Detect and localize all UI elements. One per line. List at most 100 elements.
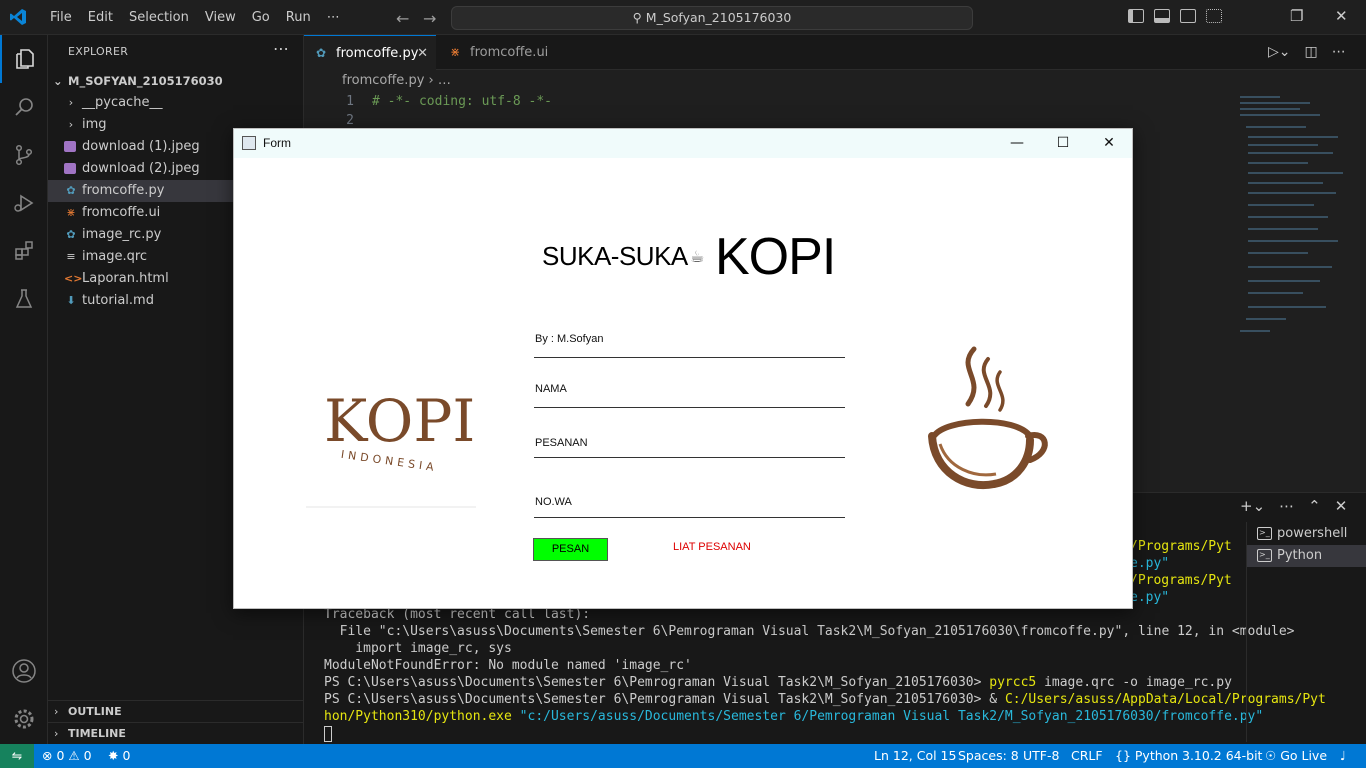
tab-fromcoffe-ui[interactable]: ⋇ fromcoffe.ui xyxy=(438,35,566,70)
tree-item-label: image.qrc xyxy=(82,249,148,264)
tab-label: fromcoffe.ui xyxy=(470,45,549,60)
pesanan-field[interactable]: PESANAN xyxy=(534,425,845,458)
indentation-status[interactable]: Spaces: 8 xyxy=(958,744,1019,768)
restore-window-icon[interactable]: ❐ xyxy=(1290,7,1303,25)
liat-pesanan-link[interactable]: LIAT PESANAN xyxy=(673,541,751,553)
toggle-panel-icon[interactable] xyxy=(1154,9,1170,23)
menu-file[interactable]: File xyxy=(42,10,80,25)
maximize-icon[interactable]: ☐ xyxy=(1040,129,1086,158)
terminal-python[interactable]: >_ Python xyxy=(1247,545,1366,567)
new-terminal-icon[interactable]: +⌄ xyxy=(1240,497,1265,515)
tree-item-label: fromcoffe.py xyxy=(82,183,165,198)
line-number: 1 xyxy=(346,94,354,109)
menu-edit[interactable]: Edit xyxy=(80,10,121,25)
more-actions-icon[interactable]: ⋯ xyxy=(1279,497,1294,515)
cursor-position[interactable]: Ln 12, Col 15 xyxy=(874,744,956,768)
testing-flask-icon[interactable] xyxy=(0,275,48,323)
minimize-icon[interactable]: — xyxy=(994,129,1040,158)
problems-status[interactable]: ⊗ 0 ⚠ 0 xyxy=(42,744,92,768)
rss-file-icon: ⋇ xyxy=(450,45,461,59)
terminal-cursor xyxy=(324,726,332,742)
chevron-right-icon: › xyxy=(68,118,74,131)
breadcrumb: fromcoffe.py › … xyxy=(304,70,1366,92)
encoding-status[interactable]: UTF-8 xyxy=(1023,744,1059,768)
accounts-icon[interactable] xyxy=(0,647,48,695)
timeline-section[interactable]: › TIMELINE xyxy=(48,722,303,744)
explorer-icon[interactable] xyxy=(0,35,48,83)
nama-placeholder: NAMA xyxy=(535,383,567,395)
panel-actions: +⌄ ⋯ ⌃ ✕ xyxy=(1240,497,1347,515)
run-debug-icon[interactable] xyxy=(0,179,48,227)
breadcrumb-file[interactable]: fromcoffe.py xyxy=(342,73,424,88)
terminal-partial-line: /Programs/Pyt xyxy=(1130,573,1232,588)
vscode-logo-icon xyxy=(10,9,26,25)
close-tab-icon[interactable]: ✕ xyxy=(417,36,428,71)
breadcrumb-rest[interactable]: › … xyxy=(429,73,451,88)
terminal-list: >_ powershell >_ Python xyxy=(1246,522,1366,742)
coffee-cup-illustration-icon xyxy=(926,344,1056,494)
customize-layout-icon[interactable] xyxy=(1206,9,1222,23)
command-center-search[interactable]: ⚲ M_Sofyan_2105176030 xyxy=(451,6,973,30)
menu-go[interactable]: Go xyxy=(244,10,278,25)
more-actions-icon[interactable]: ⋯ xyxy=(273,39,289,58)
python-file-icon: ✿ xyxy=(66,228,76,241)
run-python-icon[interactable]: ▷⌄ xyxy=(1268,44,1291,60)
tree-item-label: download (1).jpeg xyxy=(82,139,200,154)
pesan-button[interactable]: PESAN xyxy=(533,538,608,561)
nama-field[interactable]: NAMA xyxy=(534,375,845,408)
chevron-down-icon: ⌄ xyxy=(53,74,63,88)
language-status[interactable]: {} Python xyxy=(1115,744,1178,768)
python-file-icon: ✿ xyxy=(66,184,76,197)
tree-item-label: fromcoffe.ui xyxy=(82,205,161,220)
extensions-icon[interactable] xyxy=(0,227,48,275)
terminal-line: ModuleNotFoundError: No module named 'im… xyxy=(324,658,692,673)
outline-section[interactable]: › OUTLINE xyxy=(48,700,303,722)
terminal-powershell[interactable]: >_ powershell xyxy=(1247,523,1366,545)
menu-selection[interactable]: Selection xyxy=(121,10,197,25)
menu-bar: File Edit Selection View Go Run ⋯ xyxy=(42,0,348,35)
notifications-bell-icon[interactable]: ♩ xyxy=(1340,744,1346,768)
ports-status[interactable]: ✸ 0 xyxy=(108,744,130,768)
terminal-line: File "c:\Users\asuss\Documents\Semester … xyxy=(324,624,1295,639)
search-icon: ⚲ xyxy=(632,10,642,25)
form-title: Form xyxy=(263,136,291,150)
timeline-label: TIMELINE xyxy=(68,727,126,740)
close-panel-icon[interactable]: ✕ xyxy=(1335,497,1348,515)
image-file-icon xyxy=(64,141,76,152)
close-window-icon[interactable]: ✕ xyxy=(1335,7,1348,25)
terminal-command-line: PS C:\Users\asuss\Documents\Semester 6\P… xyxy=(324,692,1326,707)
more-actions-icon[interactable]: ⋯ xyxy=(1332,44,1346,60)
menu-view[interactable]: View xyxy=(197,10,244,25)
menu-run[interactable]: Run xyxy=(278,10,319,25)
back-arrow-icon[interactable]: ← xyxy=(396,9,409,28)
settings-gear-icon[interactable] xyxy=(0,695,48,743)
code-line: # -*- coding: utf-8 -*- xyxy=(372,94,553,109)
tab-fromcoffe-py[interactable]: ✿ fromcoffe.py ✕ xyxy=(304,35,436,70)
forward-arrow-icon[interactable]: → xyxy=(423,9,436,28)
source-control-icon[interactable] xyxy=(0,131,48,179)
eol-status[interactable]: CRLF xyxy=(1071,744,1103,768)
status-bar: ⇋ ⊗ 0 ⚠ 0 ✸ 0 Ln 12, Col 15 Spaces: 8 UT… xyxy=(0,744,1366,768)
folder-label: M_SOFYAN_2105176030 xyxy=(68,74,223,88)
close-icon[interactable]: ✕ xyxy=(1086,129,1132,158)
interpreter-status[interactable]: 3.10.2 64-bit xyxy=(1182,744,1262,768)
toggle-secondary-sidebar-icon[interactable] xyxy=(1180,9,1196,23)
tree-item-pycache[interactable]: › __pycache__ xyxy=(48,92,303,114)
remote-indicator-icon[interactable]: ⇋ xyxy=(0,744,34,768)
workspace-folder[interactable]: ⌄ M_SOFYAN_2105176030 xyxy=(48,70,303,92)
tab-label: fromcoffe.py xyxy=(336,46,419,61)
line-number: 2 xyxy=(346,113,354,128)
go-live-button[interactable]: ☉ Go Live xyxy=(1265,744,1327,768)
search-view-icon[interactable] xyxy=(0,83,48,131)
logo-word: KOPI xyxy=(324,387,475,455)
toggle-sidebar-icon[interactable] xyxy=(1128,9,1144,23)
nowa-field[interactable]: NO.WA xyxy=(534,479,845,518)
maximize-panel-icon[interactable]: ⌃ xyxy=(1308,497,1321,515)
menu-more[interactable]: ⋯ xyxy=(319,10,348,25)
python-file-icon: ✿ xyxy=(316,46,327,60)
split-editor-icon[interactable]: ◫ xyxy=(1305,44,1318,60)
title-bar: File Edit Selection View Go Run ⋯ ← → ⚲ … xyxy=(0,0,1366,35)
minimap[interactable] xyxy=(1234,92,1366,492)
activity-bar xyxy=(0,35,48,744)
form-title-bar: Form — ☐ ✕ xyxy=(234,129,1132,158)
